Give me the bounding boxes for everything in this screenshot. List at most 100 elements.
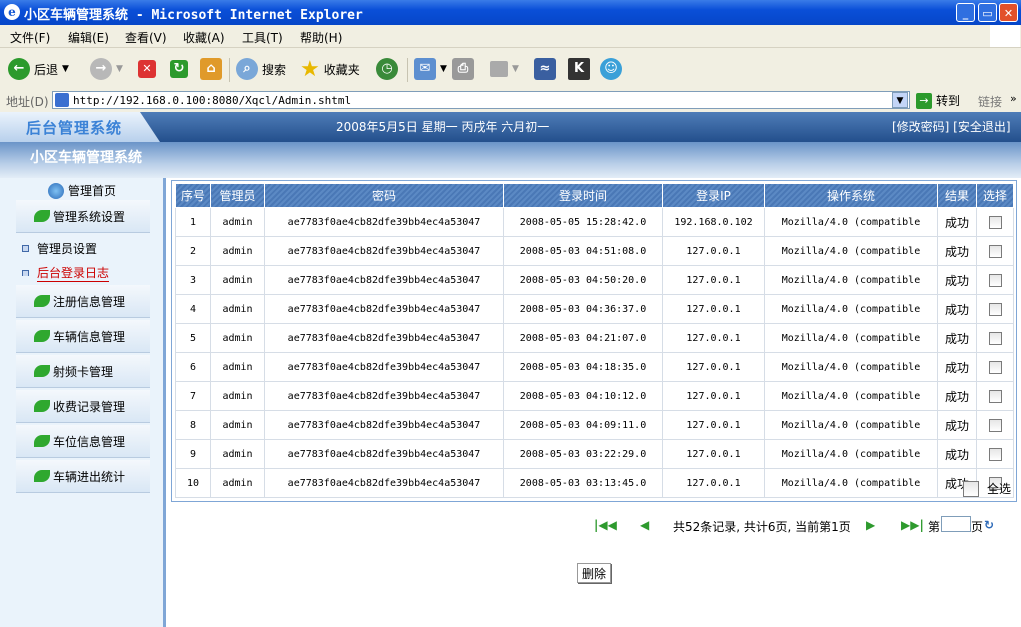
menu-view[interactable]: 查看(V) [125,29,167,46]
go-button[interactable]: → 转到 [916,92,960,109]
sidebar-group-vehicle-stats[interactable]: 车辆进出统计 [16,460,150,493]
minimize-button[interactable]: _ [956,3,975,22]
last-page-icon[interactable]: ▶▶| [901,518,924,532]
sidebar-home[interactable]: 管理首页 [48,182,116,199]
menu-help[interactable]: 帮助(H) [300,29,342,46]
favorites-label: 收藏夹 [323,62,360,77]
row-admin: admin [210,323,265,353]
address-bar: 地址(D) http://192.168.0.100:8080/Xqcl/Adm… [0,90,1021,113]
row-password: ae7783f0ae4cb82dfe39bb4ec4a53047 [264,265,504,295]
edit-button[interactable]: ▼ [490,56,519,82]
sidebar-group-fee-records[interactable]: 收费记录管理 [16,390,150,423]
row-result: 成功 [937,294,977,324]
row-password: ae7783f0ae4cb82dfe39bb4ec4a53047 [264,294,504,324]
row-admin: admin [210,468,265,498]
sidebar-link-login-log[interactable]: 后台登录日志 [22,264,110,282]
address-dropdown[interactable]: ▼ [892,92,908,108]
column-header: 选择 [976,183,1014,208]
history-button[interactable]: ◷ [376,56,398,82]
row-checkbox[interactable] [988,360,1002,374]
column-header: 密码 [264,183,504,208]
row-login-ip: 127.0.0.1 [662,265,765,295]
select-all-checkbox[interactable] [963,480,979,497]
row-select [976,381,1014,411]
page-number-input[interactable] [941,516,971,532]
sidebar-group-label: 注册信息管理 [53,294,126,309]
sidebar-group-system-settings[interactable]: 管理系统设置 [16,200,150,233]
home-button[interactable]: ⌂ [200,56,222,82]
forward-arrow-icon: → [90,58,112,80]
delete-button[interactable]: 删除 [577,563,612,583]
row-checkbox[interactable] [988,389,1002,403]
address-input[interactable]: http://192.168.0.100:8080/Xqcl/Admin.sht… [52,91,910,109]
history-icon: ◷ [376,58,398,80]
leaf-icon [34,435,50,447]
sidebar-group-vehicle-info[interactable]: 车辆信息管理 [16,320,150,353]
row-os: Mozilla/4.0 (compatible [764,207,938,237]
k-app-icon: K [568,58,590,80]
row-admin: admin [210,236,265,266]
table-row: 8 admin ae7783f0ae4cb82dfe39bb4ec4a53047 20… [175,410,1014,440]
next-page-icon[interactable]: ▶ [866,518,875,532]
forward-button[interactable]: → ▼ [90,56,123,82]
row-checkbox[interactable] [988,302,1002,316]
close-button[interactable]: ✕ [999,3,1018,22]
sidebar-group-label: 车辆信息管理 [53,329,126,344]
sidebar-group-parking-space[interactable]: 车位信息管理 [16,425,150,458]
row-checkbox[interactable] [988,418,1002,432]
k-button[interactable]: K [568,56,590,82]
address-url: http://192.168.0.100:8080/Xqcl/Admin.sht… [73,94,352,107]
row-checkbox[interactable] [988,215,1002,229]
menu-tools[interactable]: 工具(T) [242,29,283,46]
search-button[interactable]: ⌕ 搜索 [236,56,286,82]
row-admin: admin [210,207,265,237]
print-button[interactable]: ⎙ [452,56,474,82]
menu-favorites[interactable]: 收藏(A) [183,29,225,46]
sidebar-group-registration[interactable]: 注册信息管理 [16,285,150,318]
edit-icon [490,61,508,77]
menu-file[interactable]: 文件(F) [10,29,50,46]
mail-button[interactable]: ✉ ▼ [414,56,447,82]
row-admin: admin [210,352,265,382]
go-page-icon[interactable]: ↻ [984,518,994,532]
first-page-icon[interactable]: |◀◀ [594,518,617,532]
row-password: ae7783f0ae4cb82dfe39bb4ec4a53047 [264,439,504,469]
row-result: 成功 [937,410,977,440]
row-checkbox[interactable] [988,244,1002,258]
star-icon: ★ [300,56,320,82]
stop-button[interactable]: ✕ [138,56,156,82]
row-checkbox[interactable] [988,273,1002,287]
more-chevron-icon[interactable]: » [1010,92,1017,105]
sidebar-home-label: 管理首页 [68,184,117,198]
messenger-button[interactable]: ☺ [600,56,622,82]
sidebar-link-admin-settings[interactable]: 管理员设置 [22,240,97,257]
system-title: 小区车辆管理系统 [30,150,142,166]
row-checkbox[interactable] [988,331,1002,345]
row-os: Mozilla/4.0 (compatible [764,265,938,295]
links-button[interactable]: 链接 [978,93,1002,110]
refresh-button[interactable]: ↻ [170,56,188,82]
favorites-button[interactable]: ★ 收藏夹 [300,56,360,82]
sidebar-link-label: 后台登录日志 [37,266,110,282]
row-login-time: 2008-05-03 04:09:11.0 [503,410,663,440]
header-links[interactable]: [修改密码] [安全退出] [892,118,1011,135]
row-checkbox[interactable] [988,447,1002,461]
leaf-icon [34,210,50,222]
login-log-panel: 序号 管理员 密码 登录时间 登录IP 操作系统 结果 选择 1 admin ae7783f0ae… [171,180,1017,502]
row-password: ae7783f0ae4cb82dfe39bb4ec4a53047 [264,468,504,498]
prev-page-icon[interactable]: ◀ [640,518,649,532]
row-login-time: 2008-05-03 03:13:45.0 [503,468,663,498]
row-select [976,294,1014,324]
back-button[interactable]: ← 后退 ▼ [8,56,69,82]
row-result: 成功 [937,236,977,266]
row-os: Mozilla/4.0 (compatible [764,468,938,498]
row-login-ip: 127.0.0.1 [662,381,765,411]
sidebar-group-rfid-card[interactable]: 射频卡管理 [16,355,150,388]
table-row: 4 admin ae7783f0ae4cb82dfe39bb4ec4a53047 20… [175,294,1014,324]
row-select [976,207,1014,237]
discuss-button[interactable]: ≈ [534,56,556,82]
menu-edit[interactable]: 编辑(E) [68,29,109,46]
maximize-button[interactable]: ▭ [978,3,997,22]
page-prefix: 第 [928,520,941,534]
select-all[interactable]: 全选 [963,480,1011,497]
